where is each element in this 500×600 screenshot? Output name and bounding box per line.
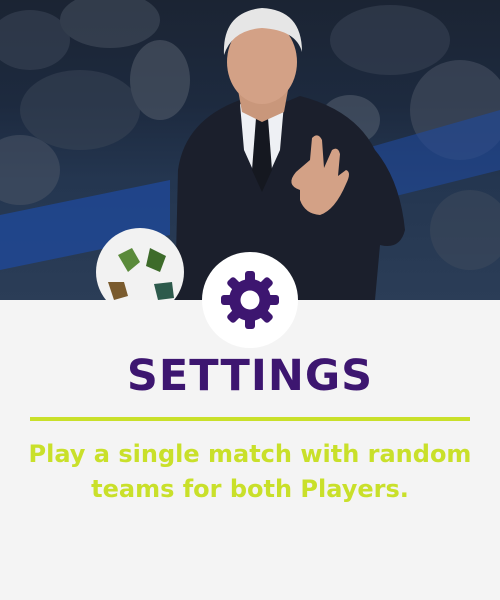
settings-card[interactable]: SETTINGS Play a single match with random… bbox=[0, 0, 500, 600]
description-text: Play a single match with random teams fo… bbox=[28, 440, 472, 503]
divider bbox=[30, 417, 470, 421]
page-title: SETTINGS bbox=[126, 351, 374, 401]
gear-icon bbox=[221, 271, 279, 329]
settings-icon-badge bbox=[202, 252, 298, 348]
